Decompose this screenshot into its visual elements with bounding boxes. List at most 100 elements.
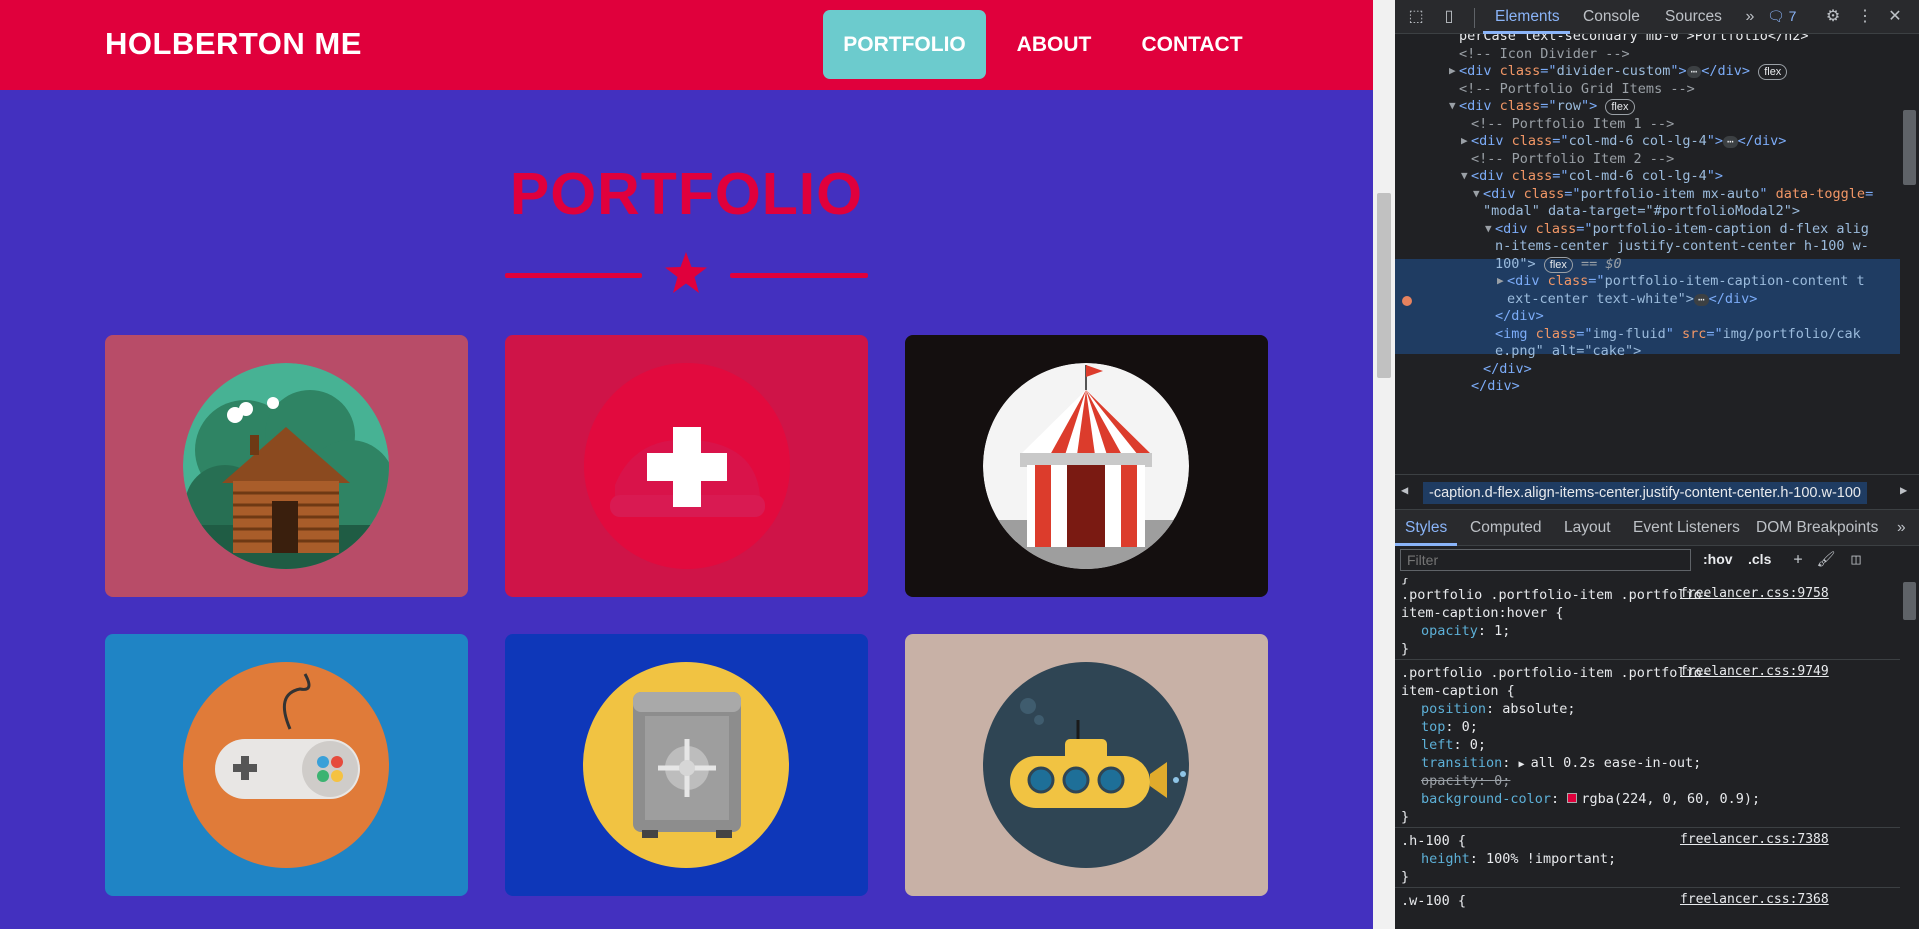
toolbar-separator <box>1474 8 1475 28</box>
styles-scrollbar-thumb[interactable] <box>1903 582 1916 620</box>
more-tabs-icon[interactable]: » <box>1740 7 1760 27</box>
css-source-link[interactable]: freelancer.css:9758 <box>1680 586 1829 601</box>
css-colon: : <box>1445 719 1462 735</box>
dom-attr-name: class <box>1491 98 1541 114</box>
add-rule-icon[interactable]: + <box>1788 550 1808 570</box>
portfolio-item-submarine[interactable] <box>905 634 1268 896</box>
css-declaration[interactable]: position: absolute; <box>1421 700 1575 718</box>
breadcrumb: ◀ -caption.d-flex.align-items-center.jus… <box>1395 474 1919 510</box>
brand-logo[interactable]: HOLBERTON ME <box>105 26 362 62</box>
more-subtabs-icon[interactable]: » <box>1897 519 1906 537</box>
gear-icon[interactable]: ⚙ <box>1823 7 1843 27</box>
dom-attr-value: col-md-6 col-lg-4 <box>1568 133 1707 149</box>
css-property-value: 100% !important; <box>1486 851 1617 867</box>
styles-filter-input[interactable] <box>1400 549 1691 571</box>
nav-link-portfolio[interactable]: PORTFOLIO <box>823 10 986 79</box>
dom-tree[interactable]: perCase text-secondary mb-0 >Portfolio</… <box>1395 34 1900 474</box>
expand-toggle-icon[interactable]: ▼ <box>1485 219 1492 239</box>
expand-toggle-icon[interactable]: ▼ <box>1473 184 1480 204</box>
css-declaration[interactable]: height: 100% !important; <box>1421 850 1616 868</box>
css-property-name: left <box>1421 737 1454 753</box>
css-declaration[interactable]: transition: ▶ all 0.2s ease-in-out; <box>1421 754 1701 772</box>
collapsed-content-icon: ⋯ <box>1693 293 1709 306</box>
dom-tag-name: <img <box>1495 325 1528 342</box>
page-scrollbar-thumb[interactable] <box>1377 193 1391 378</box>
page-viewport: HOLBERTON ME PORTFOLIO ABOUT CONTACT POR… <box>0 0 1373 929</box>
device-toolbar-icon[interactable]: ▯ <box>1439 7 1459 27</box>
dom-node-line[interactable]: </div> <box>1471 376 1520 396</box>
portfolio-item-cake[interactable] <box>505 335 868 597</box>
tab-computed[interactable]: Computed <box>1470 519 1542 537</box>
styles-pane[interactable]: } .portfolio .portfolio-item .portfolio-f… <box>1395 578 1900 929</box>
css-property-name: top <box>1421 719 1446 735</box>
portfolio-item-cabin[interactable] <box>105 335 468 597</box>
dom-line-text: perCase text-secondary mb-0 >Portfolio</… <box>1459 34 1809 44</box>
dom-close-tag: </div> <box>1701 63 1751 79</box>
expand-toggle-icon[interactable]: ▶ <box>1449 61 1456 81</box>
portfolio-item-safe[interactable] <box>505 634 868 896</box>
css-property-name: background-color <box>1421 791 1552 807</box>
dom-attr-name: class <box>1491 63 1541 79</box>
dom-punct: " <box>1706 133 1715 149</box>
tab-layout[interactable]: Layout <box>1564 519 1611 537</box>
tab-elements[interactable]: Elements <box>1495 8 1560 26</box>
navbar: HOLBERTON ME PORTFOLIO ABOUT CONTACT <box>0 0 1373 90</box>
color-swatch-icon[interactable] <box>1567 793 1578 803</box>
css-selector[interactable]: item-caption:hover { <box>1401 604 1564 622</box>
nav-link-contact[interactable]: CONTACT <box>1132 10 1252 79</box>
expand-toggle-icon[interactable]: ▼ <box>1461 166 1468 186</box>
css-selector[interactable]: .w-100 { <box>1401 892 1466 910</box>
css-declaration[interactable]: opacity: 1; <box>1421 622 1510 640</box>
dom-line-text: <!-- Portfolio Item 2 --> <box>1471 150 1675 167</box>
portfolio-item-game[interactable] <box>105 634 468 896</box>
css-declaration[interactable]: left: 0; <box>1421 736 1486 754</box>
close-icon[interactable]: ✕ <box>1885 7 1905 27</box>
css-property-name: position <box>1421 701 1487 717</box>
tab-sources[interactable]: Sources <box>1665 8 1722 26</box>
css-source-link[interactable]: freelancer.css:7368 <box>1680 892 1829 907</box>
star-icon <box>665 252 707 293</box>
css-selector[interactable]: .portfolio .portfolio-item .portfolio- <box>1401 664 1710 682</box>
issues-counter[interactable]: 🗨 7 <box>1767 8 1796 25</box>
tab-styles[interactable]: Styles <box>1405 519 1447 537</box>
css-colon: : <box>1486 701 1503 717</box>
breadcrumb-left-arrow-icon[interactable]: ◀ <box>1401 483 1408 497</box>
css-selector[interactable]: item-caption { <box>1401 682 1515 700</box>
dom-attr-name: data-toggle <box>1767 185 1866 202</box>
toggle-sidebar-icon[interactable]: ◫ <box>1846 550 1866 570</box>
devtools-panel: ⬚ ▯ Elements Console Sources » 🗨 7 ⚙ ⋮ ✕… <box>1395 0 1919 929</box>
expand-toggle-icon[interactable]: ▶ <box>1497 271 1504 291</box>
page-scrollbar-track[interactable] <box>1373 0 1395 929</box>
css-colon: : <box>1469 851 1487 867</box>
css-declaration[interactable]: top: 0; <box>1421 718 1478 736</box>
tab-event-listeners[interactable]: Event Listeners <box>1633 519 1740 537</box>
css-source-link[interactable]: freelancer.css:9749 <box>1680 664 1829 679</box>
paint-brush-icon[interactable]: 🖌 <box>1816 550 1836 570</box>
tab-dom-breakpoints[interactable]: DOM Breakpoints <box>1756 519 1878 537</box>
css-selector[interactable]: .h-100 { <box>1401 832 1466 850</box>
breakpoint-dot-icon <box>1402 296 1412 306</box>
class-toggle[interactable]: .cls <box>1748 551 1771 567</box>
rule-close-brace: } <box>1401 641 1410 657</box>
dom-tree-scrollbar-thumb[interactable] <box>1903 110 1916 185</box>
more-options-icon[interactable]: ⋮ <box>1855 7 1875 27</box>
expand-toggle-icon[interactable]: ▼ <box>1449 96 1456 116</box>
css-declaration[interactable]: background-color: rgba(224, 0, 60, 0.9); <box>1421 790 1760 808</box>
css-source-link[interactable]: freelancer.css:7388 <box>1680 832 1829 847</box>
inspect-element-icon[interactable]: ⬚ <box>1406 7 1426 27</box>
breadcrumb-right-arrow-icon[interactable]: ▶ <box>1900 483 1907 497</box>
dom-node-line[interactable]: ext-center text-white"> ⋯ </div> <box>1507 289 1757 309</box>
dom-tag-name: <div <box>1471 168 1504 184</box>
styles-tabbar: Styles Computed Layout Event Listeners D… <box>1395 510 1919 546</box>
dom-tree-scrollbar[interactable] <box>1900 34 1919 474</box>
portfolio-item-circus[interactable] <box>905 335 1268 597</box>
submarine-icon <box>905 634 1268 896</box>
expand-toggle-icon[interactable]: ▶ <box>1461 131 1468 151</box>
css-declaration[interactable]: opacity: 0; <box>1421 772 1510 790</box>
tab-console[interactable]: Console <box>1583 8 1640 26</box>
css-property-value: absolute; <box>1502 701 1576 717</box>
css-selector[interactable]: .portfolio .portfolio-item .portfolio- <box>1401 586 1710 604</box>
nav-link-about[interactable]: ABOUT <box>1004 10 1104 79</box>
hover-state-toggle[interactable]: :hov <box>1703 551 1733 567</box>
breadcrumb-selected-node[interactable]: -caption.d-flex.align-items-center.justi… <box>1423 482 1867 504</box>
